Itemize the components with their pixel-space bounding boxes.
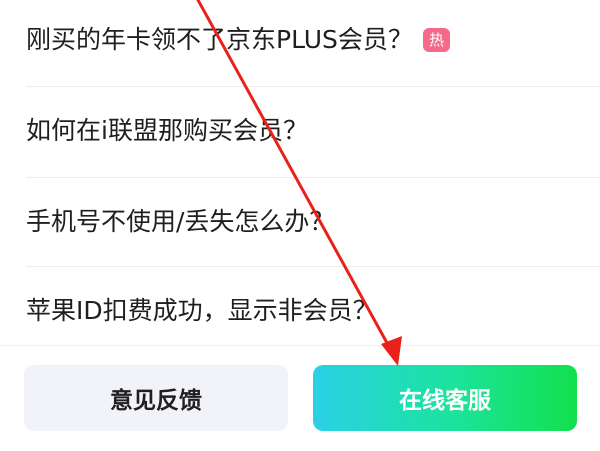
faq-item-ilianmeng[interactable]: 如何在i联盟那购买会员？ [26,86,574,176]
bottom-action-bar: 意见反馈 在线客服 [0,345,600,451]
feedback-button[interactable]: 意见反馈 [24,365,288,431]
faq-question-text: 手机号不使用/丢失怎么办？ [26,207,335,236]
faq-item-apple-id[interactable]: 苹果ID扣费成功，显示非会员？ [26,266,574,356]
faq-item-phone-lost[interactable]: 手机号不使用/丢失怎么办？ [26,177,574,267]
faq-question-text: 刚买的年卡领不了京东PLUS会员？ [26,25,413,54]
hot-badge: 热 [422,28,450,52]
faq-question-text: 如何在i联盟那购买会员？ [26,116,308,145]
faq-item-plus-card[interactable]: 刚买的年卡领不了京东PLUS会员？ 热 [26,0,574,85]
online-service-button[interactable]: 在线客服 [313,365,577,431]
faq-question-text: 苹果ID扣费成功，显示非会员？ [26,296,378,325]
